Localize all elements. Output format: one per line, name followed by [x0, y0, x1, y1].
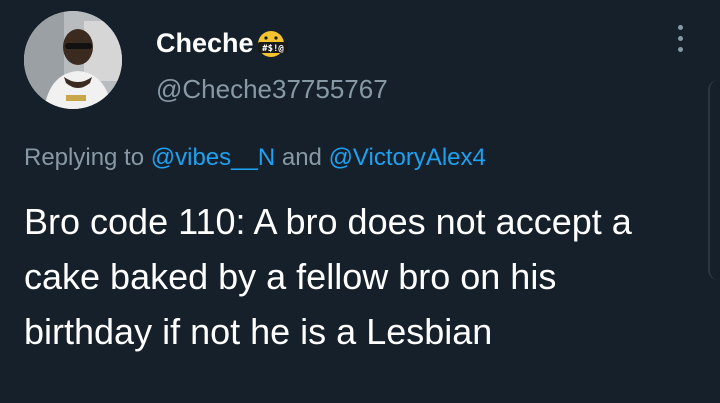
avatar[interactable]	[24, 11, 122, 109]
replying-to-label: Replying to	[24, 144, 145, 171]
display-name-text: Cheche	[156, 28, 254, 58]
more-dot	[677, 36, 683, 41]
svg-text:#$!@: #$!@	[262, 44, 284, 54]
replying-to-line: Replying to @vibes__N and @VictoryAlex4	[24, 144, 486, 172]
mention-link-vibes[interactable]: @vibes__N	[151, 144, 275, 171]
more-dot	[677, 25, 683, 30]
more-options-icon[interactable]	[674, 25, 686, 55]
tweet-text: Bro code 110: A bro does not accept a ca…	[24, 201, 632, 352]
replying-joiner: and	[281, 144, 322, 171]
scrollbar-edge	[708, 80, 720, 280]
user-handle[interactable]: @Cheche37755767	[156, 74, 388, 105]
mention-link-victoryalex[interactable]: @VictoryAlex4	[329, 144, 486, 171]
face-with-symbols-on-mouth-icon: #$!@	[256, 30, 290, 58]
display-name[interactable]: Cheche #$!@	[156, 24, 290, 58]
more-dot	[677, 47, 683, 52]
